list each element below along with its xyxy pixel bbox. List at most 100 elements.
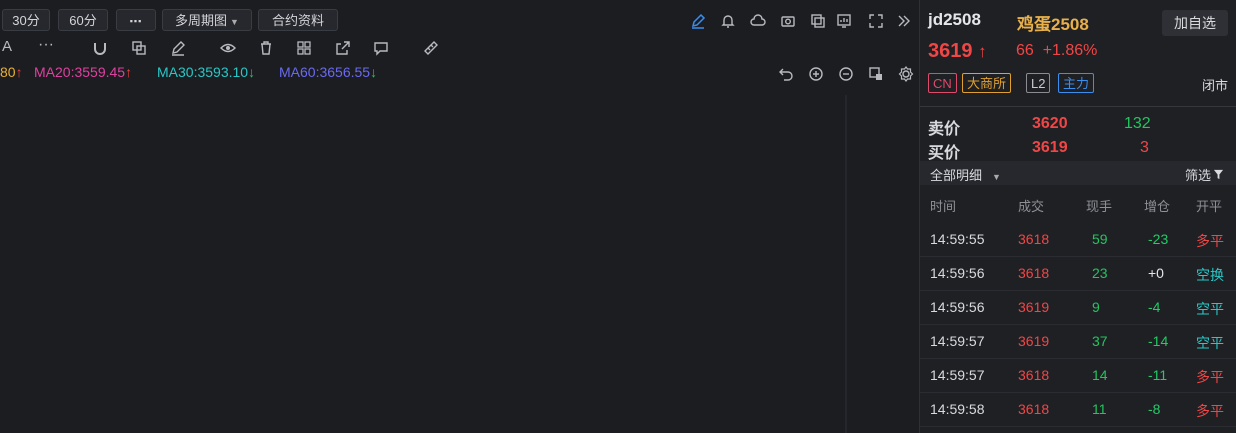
collapse-panel-icon[interactable] (894, 11, 914, 31)
trade-time: 14:59:55 (930, 231, 985, 247)
contract-info-button[interactable]: 合约资料 (258, 9, 338, 31)
ma60-value: MA60:3656.55↓ (279, 64, 378, 80)
camera-icon[interactable] (778, 11, 798, 31)
trade-time: 14:59:57 (930, 333, 985, 349)
trade-volume: 14 (1092, 367, 1108, 383)
ask-label: 卖价 (928, 121, 961, 138)
filter-button[interactable]: 筛选 (1185, 165, 1224, 184)
draw-pen-icon[interactable] (688, 11, 708, 31)
chevron-down-icon: ▼ (992, 172, 1001, 182)
period-60min-button[interactable]: 60分 (58, 9, 108, 31)
price-change: 66 +1.86% (1016, 42, 1098, 59)
crop-icon[interactable] (866, 64, 886, 84)
period-toolbar: 30分 60分 ▪▪▪ 多周期图 ▼ 合约资料 (0, 0, 918, 38)
trade-volume: 37 (1092, 333, 1108, 349)
trade-oi-change: -14 (1148, 333, 1169, 349)
ma-prev-value: 80↑ (0, 64, 23, 80)
clone-icon[interactable] (129, 38, 149, 58)
trade-price: 3618 (1018, 265, 1050, 281)
tag-l2: L2 (1026, 73, 1051, 93)
last-price: 3619 ↑ (928, 40, 987, 62)
trade-volume: 23 (1092, 265, 1108, 281)
trade-price: 3619 (1018, 333, 1050, 349)
header-time: 时间 (930, 199, 957, 214)
trade-oi-change: -11 (1148, 367, 1168, 383)
eye-icon[interactable] (218, 38, 238, 58)
fullscreen-icon[interactable] (866, 11, 886, 31)
bell-icon[interactable] (718, 11, 738, 31)
symbol-code: jd2508 (928, 10, 981, 29)
copy-window-icon[interactable] (808, 11, 828, 31)
trade-volume: 9 (1092, 299, 1100, 315)
trade-volume: 11 (1092, 401, 1107, 417)
header-type: 开平 (1196, 199, 1223, 214)
trade-oi-change: +0 (1148, 265, 1164, 281)
monitor-chart-icon[interactable] (834, 11, 854, 31)
trade-time: 14:59:56 (930, 265, 985, 281)
trade-time: 14:59:58 (930, 401, 985, 417)
trade-price: 3618 (1018, 231, 1050, 247)
add-watchlist-button[interactable]: 加自选 (1162, 10, 1228, 36)
header-volume: 现手 (1086, 199, 1113, 214)
trade-row: 14:59:56 3619 9 -4 空平 (920, 290, 1236, 325)
trade-type: 多平 (1196, 403, 1224, 419)
trade-type: 多平 (1196, 233, 1224, 249)
chart-panel: 30分 60分 ▪▪▪ 多周期图 ▼ 合约资料 A ··· 80↑ MA20:35… (0, 0, 918, 433)
header-price: 成交 (1018, 199, 1045, 214)
ask-price: 3620 (1032, 115, 1068, 132)
trade-type: 空平 (1196, 301, 1224, 317)
trade-row: 14:59:55 3618 59 -23 多平 (920, 222, 1236, 257)
trade-row: 14:59:58 3618 11 -8 多平 (920, 392, 1236, 427)
settings-gear-icon[interactable] (896, 64, 916, 84)
grid-tools-icon[interactable] (294, 38, 314, 58)
trade-row: 14:59:56 3618 23 +0 空换 (920, 256, 1236, 291)
all-details-dropdown[interactable]: 全部明细 ▼ (930, 165, 1001, 184)
ask-volume: 132 (1124, 115, 1151, 132)
multi-period-dropdown[interactable]: 多周期图 ▼ (162, 9, 252, 31)
divider (920, 106, 1236, 107)
trade-type: 空换 (1196, 267, 1224, 283)
trade-type: 空平 (1196, 335, 1224, 351)
ma20-value: MA20:3559.45↑ (34, 64, 133, 80)
candlestick-chart[interactable]: 38503800375037003650360035503500 ←381036… (0, 95, 918, 433)
ma30-value: MA30:3593.10↓ (157, 64, 256, 80)
tag-main: 主力 (1058, 73, 1095, 93)
trade-price: 3619 (1018, 299, 1050, 315)
share-out-icon[interactable] (333, 38, 353, 58)
trade-price: 3618 (1018, 367, 1050, 383)
trade-oi-change: -23 (1148, 231, 1169, 247)
bid-volume: 3 (1140, 139, 1149, 156)
trade-time: 14:59:57 (930, 367, 985, 383)
edit-pencil-icon[interactable] (168, 38, 188, 58)
trash-icon[interactable] (256, 38, 276, 58)
trade-oi-change: -8 (1148, 401, 1161, 417)
symbol-name: 鸡蛋2508 (1017, 15, 1089, 34)
trade-volume: 59 (1092, 231, 1108, 247)
chevron-down-icon: ▼ (230, 17, 239, 27)
magnet-icon[interactable] (90, 38, 110, 58)
cloud-icon[interactable] (748, 11, 768, 31)
trade-price: 3618 (1018, 401, 1050, 417)
trade-row: 14:59:57 3619 37 -14 空平 (920, 324, 1236, 359)
undo-icon[interactable] (776, 64, 796, 84)
filter-funnel-icon (1213, 169, 1224, 180)
period-30min-button[interactable]: 30分 (2, 9, 50, 31)
more-periods-button[interactable]: ▪▪▪ (116, 9, 156, 31)
trade-type: 多平 (1196, 369, 1224, 385)
quote-panel: jd2508 鸡蛋2508 加自选 3619 ↑ 66 +1.86% CN 大商… (919, 0, 1236, 433)
zoom-out-icon[interactable] (836, 64, 856, 84)
more-tools-icon[interactable]: ··· (38, 36, 54, 54)
trade-time: 14:59:56 (930, 299, 985, 315)
tag-cn: CN (928, 73, 957, 93)
header-open-interest: 增仓 (1144, 199, 1171, 214)
trade-oi-change: -4 (1148, 299, 1161, 315)
tag-exchange: 大商所 (962, 73, 1012, 93)
text-tool-icon[interactable]: A (2, 38, 12, 55)
comment-icon[interactable] (371, 38, 391, 58)
bid-label: 买价 (928, 145, 961, 162)
trade-row: 14:59:57 3618 14 -11 多平 (920, 358, 1236, 393)
multi-period-label: 多周期图 (175, 13, 228, 28)
ruler-icon[interactable] (421, 38, 441, 58)
detail-filter-bar: 全部明细 ▼ 筛选 (920, 161, 1236, 185)
zoom-in-icon[interactable] (806, 64, 826, 84)
